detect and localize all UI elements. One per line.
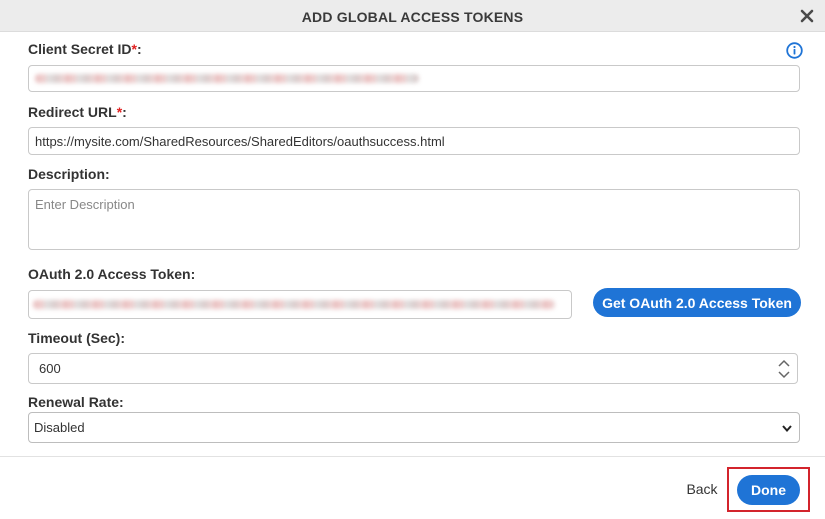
done-button[interactable]: Done xyxy=(737,475,800,505)
oauth-token-input[interactable] xyxy=(28,290,572,319)
client-secret-id-input[interactable] xyxy=(28,65,800,92)
oauth-token-label: OAuth 2.0 Access Token: xyxy=(28,266,196,282)
info-icon[interactable] xyxy=(786,42,803,59)
dialog-header: ADD GLOBAL ACCESS TOKENS xyxy=(0,0,825,32)
label-suffix: : xyxy=(136,41,142,57)
renewal-rate-label: Renewal Rate: xyxy=(28,394,124,410)
number-stepper-icon[interactable] xyxy=(777,357,791,381)
label-suffix: : xyxy=(122,104,127,120)
client-secret-id-label-text: Client Secret ID xyxy=(28,41,132,57)
add-global-access-tokens-dialog: ADD GLOBAL ACCESS TOKENS Client Secret I… xyxy=(0,0,825,519)
timeout-input[interactable]: 600 xyxy=(28,353,798,384)
redirect-url-label-text: Redirect URL xyxy=(28,104,117,120)
redacted-value xyxy=(33,300,555,309)
redirect-url-label: Redirect URL*: xyxy=(28,104,127,120)
description-label: Description: xyxy=(28,166,110,182)
footer-divider xyxy=(0,456,825,457)
back-button[interactable]: Back xyxy=(680,479,724,499)
client-secret-id-label: Client Secret ID*: xyxy=(28,41,142,57)
redirect-url-value: https://mysite.com/SharedResources/Share… xyxy=(35,133,445,149)
get-oauth-token-button[interactable]: Get OAuth 2.0 Access Token xyxy=(593,288,801,317)
description-textarea[interactable]: Enter Description xyxy=(28,189,800,250)
chevron-down-icon xyxy=(782,425,792,433)
redirect-url-input[interactable]: https://mysite.com/SharedResources/Share… xyxy=(28,127,800,155)
description-placeholder: Enter Description xyxy=(35,197,135,212)
renewal-rate-selected: Disabled xyxy=(34,420,85,435)
redacted-value xyxy=(35,74,419,83)
close-icon[interactable] xyxy=(798,7,816,25)
renewal-rate-select[interactable]: Disabled xyxy=(28,412,800,443)
timeout-value: 600 xyxy=(39,361,61,376)
dialog-title: ADD GLOBAL ACCESS TOKENS xyxy=(301,9,524,25)
timeout-label: Timeout (Sec): xyxy=(28,330,125,346)
